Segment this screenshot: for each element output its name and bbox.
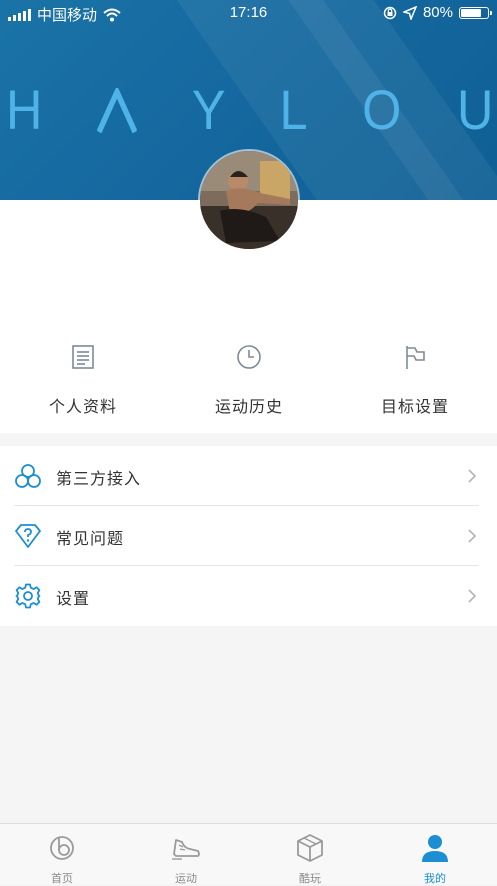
avatar[interactable] (200, 151, 298, 249)
quick-action-profile[interactable]: 个人资料 (0, 340, 166, 420)
quick-action-goals[interactable]: 目标设置 (332, 340, 497, 420)
flag-icon (406, 346, 425, 369)
cube-icon (297, 834, 323, 862)
status-bar: 中国移动 17:16 80% (0, 0, 497, 26)
menu-item-label: 设置 (56, 589, 91, 608)
quick-action-label: 目标设置 (380, 397, 449, 416)
question-diamond-icon (15, 524, 41, 548)
settings-menu: 第三方接入 常见问题 设置 (0, 446, 497, 626)
home-icon (50, 836, 74, 860)
tab-label: 首页 (51, 872, 73, 885)
chevron-right-icon (468, 529, 477, 543)
tab-bar: 首页 运动 酷玩 我的 (0, 823, 497, 885)
shoe-icon (172, 839, 200, 860)
brand-logo: H Y L O U (0, 82, 497, 138)
quick-action-label: 个人资料 (48, 397, 117, 416)
user-icon (422, 835, 448, 862)
chevron-right-icon (468, 589, 477, 603)
battery-icon (459, 6, 492, 19)
chevron-right-icon (468, 469, 477, 483)
brand-letter: U (456, 78, 493, 141)
menu-item-label: 第三方接入 (56, 469, 142, 488)
tab-label: 运动 (175, 872, 197, 885)
document-icon (72, 345, 94, 369)
brand-letter: O (362, 78, 402, 141)
brand-letter: L (279, 78, 308, 141)
quick-action-history[interactable]: 运动历史 (166, 340, 332, 420)
tab-play[interactable]: 酷玩 (248, 824, 372, 885)
tab-sport[interactable]: 运动 (124, 824, 248, 885)
clock-icon (237, 345, 261, 369)
battery-percent: 80% (422, 4, 453, 21)
menu-item-faq[interactable]: 常见问题 (0, 506, 497, 566)
menu-item-third-party[interactable]: 第三方接入 (0, 446, 497, 506)
brand-letter: H (6, 78, 43, 141)
tab-label: 我的 (424, 872, 446, 885)
brand-letter (96, 82, 138, 138)
location-icon (402, 5, 417, 20)
menu-item-label: 常见问题 (56, 529, 125, 548)
tab-mine[interactable]: 我的 (373, 824, 497, 885)
tab-label: 酷玩 (299, 872, 321, 885)
gear-icon (15, 583, 41, 609)
cloud-link-icon (15, 464, 41, 488)
quick-action-label: 运动历史 (214, 397, 283, 416)
brand-letter: Y (191, 78, 226, 141)
tab-home[interactable]: 首页 (0, 824, 124, 885)
rotation-lock-icon (383, 6, 397, 19)
menu-item-settings[interactable]: 设置 (0, 566, 497, 626)
